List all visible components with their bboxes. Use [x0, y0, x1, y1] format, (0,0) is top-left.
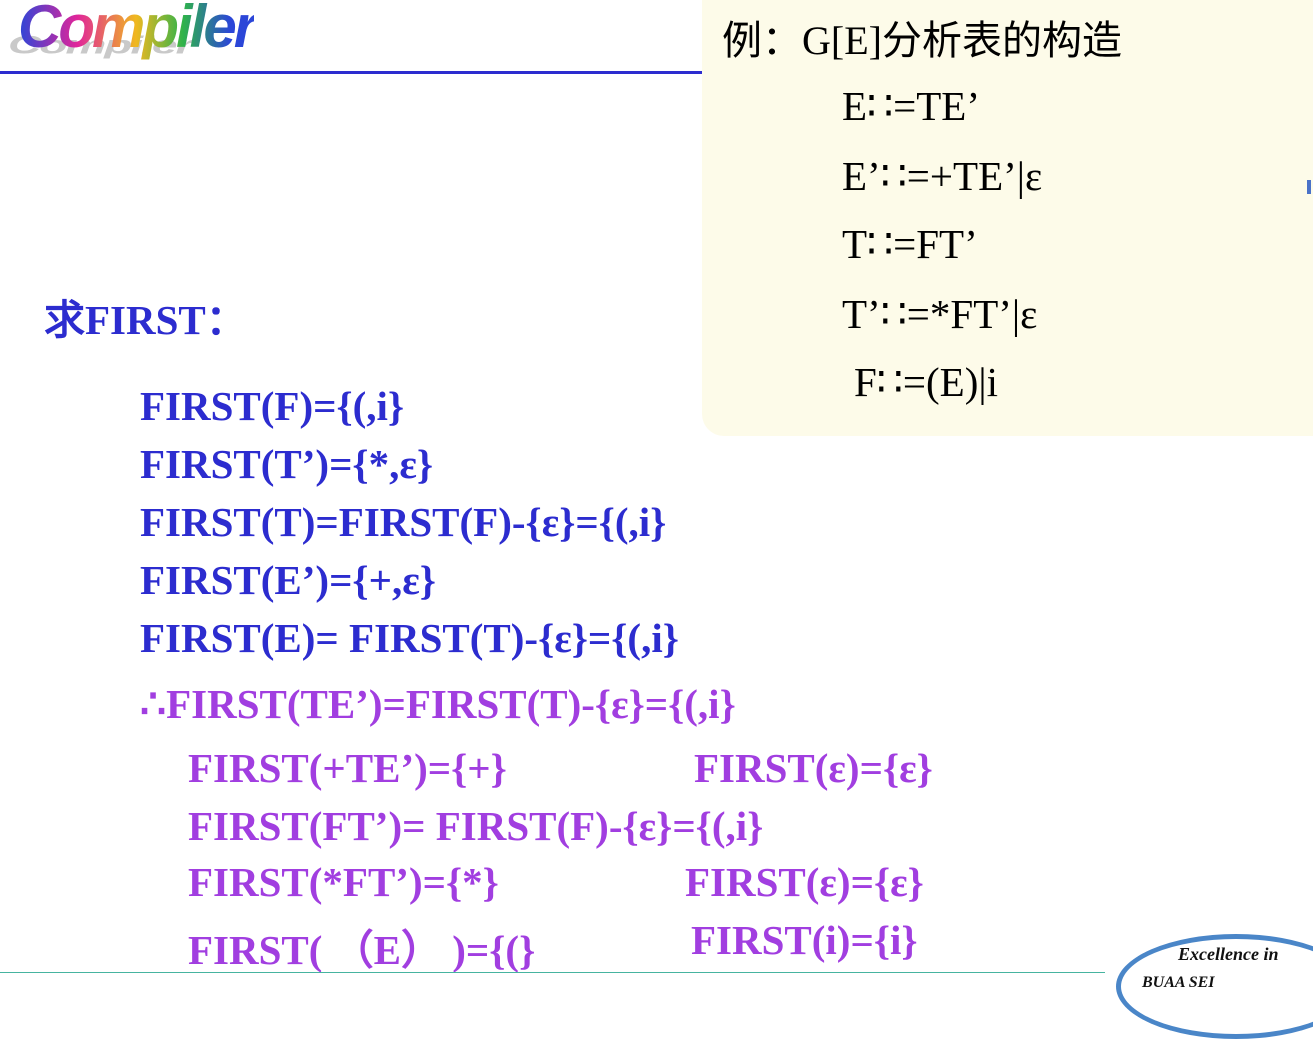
production-e: E∷=TE’: [842, 83, 980, 129]
first-t-prime: FIRST(T’)={*,ε}: [140, 441, 434, 487]
first-i: FIRST(i)={i}: [691, 917, 918, 963]
first-paren-e: FIRST( （E） )={(}: [188, 927, 536, 973]
first-t: FIRST(T)=FIRST(F)-{ε}={(,i}: [140, 499, 667, 545]
first-epsilon-1: FIRST(ε)={ε}: [694, 745, 933, 791]
production-f: F∷=(E)|i: [854, 359, 998, 405]
buaa-sei-seal: Excellence in BUAA SEI: [1108, 928, 1313, 1039]
first-e: FIRST(E)= FIRST(T)-{ε}={(,i}: [140, 615, 679, 661]
grammar-title: 例：G[E]分析表的构造: [722, 8, 1122, 66]
heading-zh: 求: [44, 296, 85, 344]
edge-marker: [1307, 180, 1311, 194]
footer-divider: [0, 972, 1105, 973]
seal-line-1: Excellence in: [1178, 944, 1279, 964]
logo-text: Compiler: [18, 0, 257, 61]
first-ft-prime: FIRST(FT’)= FIRST(F)-{ε}={(,i}: [188, 803, 764, 849]
first-heading: 求FIRST：: [44, 286, 247, 346]
production-t-prime: T’∷=*FT’|ε: [842, 291, 1038, 337]
first-f: FIRST(F)={(,i}: [140, 383, 405, 429]
title-suffix: 分析表的构造: [881, 18, 1122, 64]
title-prefix: 例：: [722, 18, 802, 64]
production-e-prime: E’∷=+TE’|ε: [842, 153, 1043, 199]
title-symbol: G[E]: [802, 18, 882, 63]
first-star-ft-prime: FIRST(*FT’)={*}: [188, 859, 499, 905]
heading-en: FIRST：: [85, 297, 247, 343]
grammar-box: 例：G[E]分析表的构造 E∷=TE’ E’∷=+TE’|ε T∷=FT’ T’…: [702, 0, 1313, 436]
header-divider: [0, 71, 702, 74]
seal-line-2: BUAA SEI: [1142, 974, 1215, 991]
first-e-prime: FIRST(E’)={+,ε}: [140, 557, 436, 603]
production-t: T∷=FT’: [842, 221, 978, 267]
first-te-prime: ∴FIRST(TE’)=FIRST(T)-{ε}={(,i}: [140, 681, 736, 727]
compiler-logo: Compiler Compiler: [0, 0, 290, 80]
first-epsilon-2: FIRST(ε)={ε}: [685, 859, 924, 905]
first-plus-te-prime: FIRST(+TE’)={+}: [188, 745, 507, 791]
